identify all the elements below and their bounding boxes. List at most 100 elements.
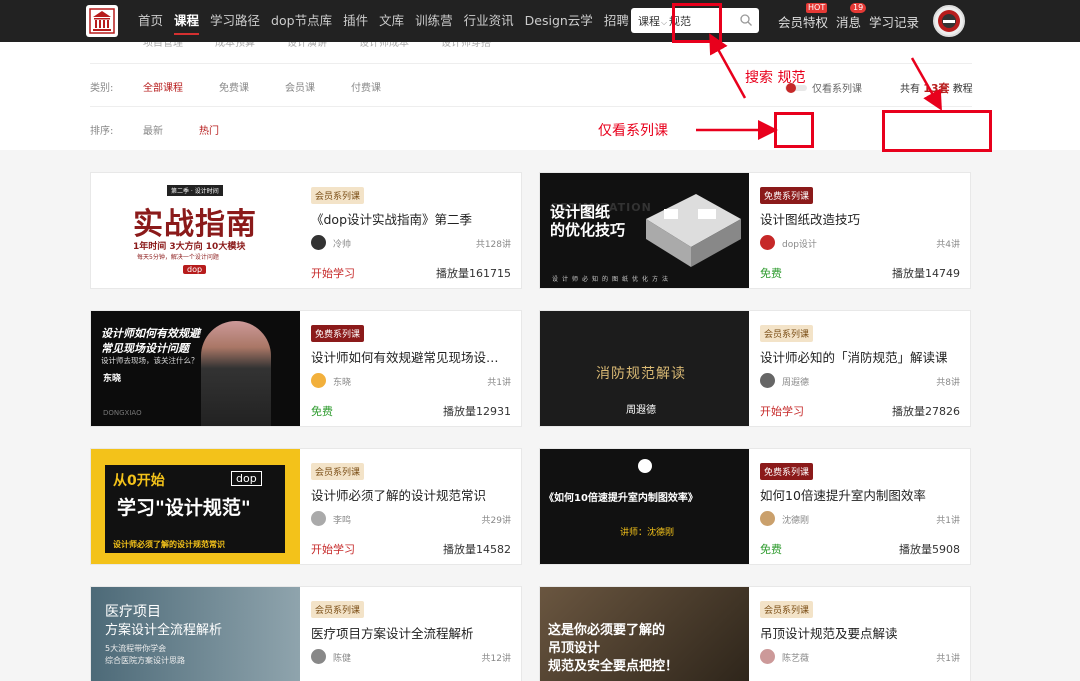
sort-options: 最新 热门 <box>143 122 255 137</box>
nav-item-1[interactable]: 课程 <box>174 0 200 42</box>
author-name[interactable]: 李鸣 <box>333 513 351 526</box>
course-title[interactable]: 设计师必须了解的设计规范常识 <box>311 485 511 504</box>
course-thumbnail[interactable]: 设计师如何有效规避 常见现场设计问题 设计师去现场，该关注什么？ 东晓 DONG… <box>91 311 300 426</box>
course-title[interactable]: 吊顶设计规范及要点解读 <box>760 623 960 642</box>
temple-logo-icon <box>89 8 115 34</box>
course-tag: 会员系列课 <box>311 463 365 480</box>
course-title[interactable]: 设计图纸改造技巧 <box>760 209 960 228</box>
nav-item-7[interactable]: 行业资讯 <box>464 0 514 42</box>
search-category-select[interactable]: 课程⌵ <box>631 13 669 29</box>
category-options: 全部课程 免费课 会员课 付费课 <box>143 79 417 94</box>
play-count: 播放量27826 <box>892 405 960 418</box>
nav-item-4[interactable]: 插件 <box>343 0 368 42</box>
category-option-2[interactable]: 会员课 <box>285 79 315 94</box>
subcategory-item[interactable]: 设计师成本 <box>359 42 409 50</box>
subcategory-strip: 项目管理 成本预算 设计演讲 设计师成本 设计师穿搭 <box>143 42 523 50</box>
play-count: 播放量12931 <box>443 405 511 418</box>
category-filter-label: 类别: <box>90 82 114 94</box>
nav-item-0[interactable]: 首页 <box>138 0 163 42</box>
course-card[interactable]: 第二季 · 设计时间 实战指南 1年时间 3大方向 10大模块 每天5分钟，解决… <box>90 172 522 289</box>
course-action[interactable]: 免费 <box>311 403 333 419</box>
sort-option-1[interactable]: 热门 <box>199 122 219 137</box>
course-thumbnail[interactable]: 《如何10倍速提升室内制图效率》 讲师：沈德刚 <box>540 449 749 564</box>
lesson-count: 共1讲 <box>936 516 960 526</box>
nav-item-9[interactable]: 招聘 <box>604 0 629 42</box>
series-only-label: 仅看系列课 <box>812 84 862 95</box>
course-thumbnail[interactable]: 消防规范解读 周遐德 <box>540 311 749 426</box>
course-title[interactable]: 医疗项目方案设计全流程解析 <box>311 623 511 642</box>
course-title[interactable]: 设计师必知的「消防规范」解读课 <box>760 347 960 366</box>
thumb-text: 周遐德 <box>626 405 656 416</box>
thumb-text: 这是你必须要了解的 <box>548 623 666 638</box>
author-avatar <box>760 649 775 664</box>
course-thumbnail[interactable]: 第二季 · 设计时间 实战指南 1年时间 3大方向 10大模块 每天5分钟，解决… <box>91 173 300 288</box>
sort-option-0[interactable]: 最新 <box>143 122 163 137</box>
thumb-text: 5大流程带你学会 <box>105 644 167 653</box>
author-name[interactable]: 周遐德 <box>782 375 809 388</box>
author-name[interactable]: 陈健 <box>333 651 351 664</box>
course-card[interactable]: 设计师如何有效规避 常见现场设计问题 设计师去现场，该关注什么？ 东晓 DONG… <box>90 310 522 427</box>
play-count: 播放量14582 <box>443 543 511 556</box>
member-privilege-link[interactable]: 会员特权 HOT <box>778 2 828 31</box>
thumb-text: 每天5分钟，解决一个设计问题 <box>137 254 219 261</box>
nav-item-5[interactable]: 文库 <box>379 0 404 42</box>
course-card[interactable]: 从0开始 学习"设计规范" 设计师必须了解的设计规范常识 dop 会员系列课 设… <box>90 448 522 565</box>
course-card[interactable]: 《如何10倍速提升室内制图效率》 讲师：沈德刚 免费系列课 如何10倍速提升室内… <box>539 448 971 565</box>
author-avatar <box>311 649 326 664</box>
course-action[interactable]: 开始学习 <box>311 265 355 281</box>
subcategory-item[interactable]: 设计师穿搭 <box>441 42 491 50</box>
lesson-count: 共12讲 <box>481 654 511 664</box>
category-option-0[interactable]: 全部课程 <box>143 79 183 94</box>
play-count: 播放量161715 <box>436 267 511 280</box>
category-option-3[interactable]: 付费课 <box>351 79 381 94</box>
course-thumbnail[interactable]: 从0开始 学习"设计规范" 设计师必须了解的设计规范常识 dop <box>91 449 300 564</box>
subcategory-item[interactable]: 成本预算 <box>215 42 255 50</box>
course-tag: 免费系列课 <box>760 187 814 204</box>
course-info: 会员系列课 设计师必须了解的设计规范常识 李鸣 共29讲 开始学习 播放量145… <box>311 449 511 564</box>
thumb-text: 学习"设计规范" <box>117 497 251 519</box>
thumb-text: 讲师：沈德刚 <box>620 528 675 538</box>
course-card[interactable]: 消防规范解读 周遐德 会员系列课 设计师必知的「消防规范」解读课 周遐德 共8讲… <box>539 310 971 427</box>
course-action[interactable]: 免费 <box>760 541 782 557</box>
course-thumbnail[interactable]: OPTIMIZATION 设计图纸 的优化技巧 设计师必知的图纸优化方法 <box>540 173 749 288</box>
author-name[interactable]: 冷帅 <box>333 237 351 250</box>
author-name[interactable]: 东晓 <box>333 375 351 388</box>
thumb-text: 《如何10倍速提升室内制图效率》 <box>544 493 698 504</box>
nav-item-6[interactable]: 训练营 <box>415 0 453 42</box>
thumb-text: dop <box>183 265 207 274</box>
lesson-count: 共128讲 <box>475 240 511 250</box>
author-name[interactable]: 陈艺薇 <box>782 651 809 664</box>
lesson-count: 共4讲 <box>936 240 960 250</box>
user-avatar[interactable] <box>933 5 965 37</box>
total-count: 共有 13套 教程 <box>900 82 973 95</box>
author-name[interactable]: dop设计 <box>782 237 817 250</box>
nav-item-8[interactable]: Design云学 <box>525 0 593 42</box>
subcategory-item[interactable]: 设计演讲 <box>287 42 327 50</box>
author-name[interactable]: 沈德刚 <box>782 513 809 526</box>
lesson-count: 共29讲 <box>481 516 511 526</box>
course-action[interactable]: 开始学习 <box>311 541 355 557</box>
course-card[interactable]: 这是你必须要了解的 吊顶设计 规范及安全要点把控！ 会员系列课 吊顶设计规范及要… <box>539 586 971 681</box>
course-title[interactable]: 设计师如何有效规避常见现场设计问题 <box>311 347 511 366</box>
nav-item-3[interactable]: dop节点库 <box>271 0 332 42</box>
course-card[interactable]: 医疗项目 方案设计全流程解析 5大流程带你学会 综合医院方案设计思路 会员系列课… <box>90 586 522 681</box>
divider <box>90 63 972 64</box>
course-action[interactable]: 开始学习 <box>760 403 804 419</box>
nav-item-2[interactable]: 学习路径 <box>210 0 260 42</box>
course-info: 免费系列课 如何10倍速提升室内制图效率 沈德刚 共1讲 免费 播放量5908 <box>760 449 960 564</box>
course-title[interactable]: 《dop设计实战指南》第二季 <box>311 209 511 228</box>
course-thumbnail[interactable]: 医疗项目 方案设计全流程解析 5大流程带你学会 综合医院方案设计思路 <box>91 587 300 681</box>
search-icon[interactable] <box>739 13 753 27</box>
course-title[interactable]: 如何10倍速提升室内制图效率 <box>760 485 960 504</box>
annotation-box-total <box>882 110 992 152</box>
site-logo[interactable] <box>86 5 118 37</box>
subcategory-item[interactable]: 项目管理 <box>143 42 183 50</box>
course-action[interactable]: 免费 <box>760 265 782 281</box>
course-info: 会员系列课 《dop设计实战指南》第二季 冷帅 共128讲 开始学习 播放量16… <box>311 173 511 288</box>
course-card[interactable]: OPTIMIZATION 设计图纸 的优化技巧 设计师必知的图纸优化方法 免费系… <box>539 172 971 289</box>
learning-history-link[interactable]: 学习记录 <box>869 12 919 31</box>
messages-link[interactable]: 消息 19 <box>836 2 867 31</box>
course-thumbnail[interactable]: 这是你必须要了解的 吊顶设计 规范及安全要点把控！ <box>540 587 749 681</box>
main-nav: 首页 课程 学习路径 dop节点库 插件 文库 训练营 行业资讯 Design云学 招聘 <box>138 0 640 42</box>
category-option-1[interactable]: 免费课 <box>219 79 249 94</box>
